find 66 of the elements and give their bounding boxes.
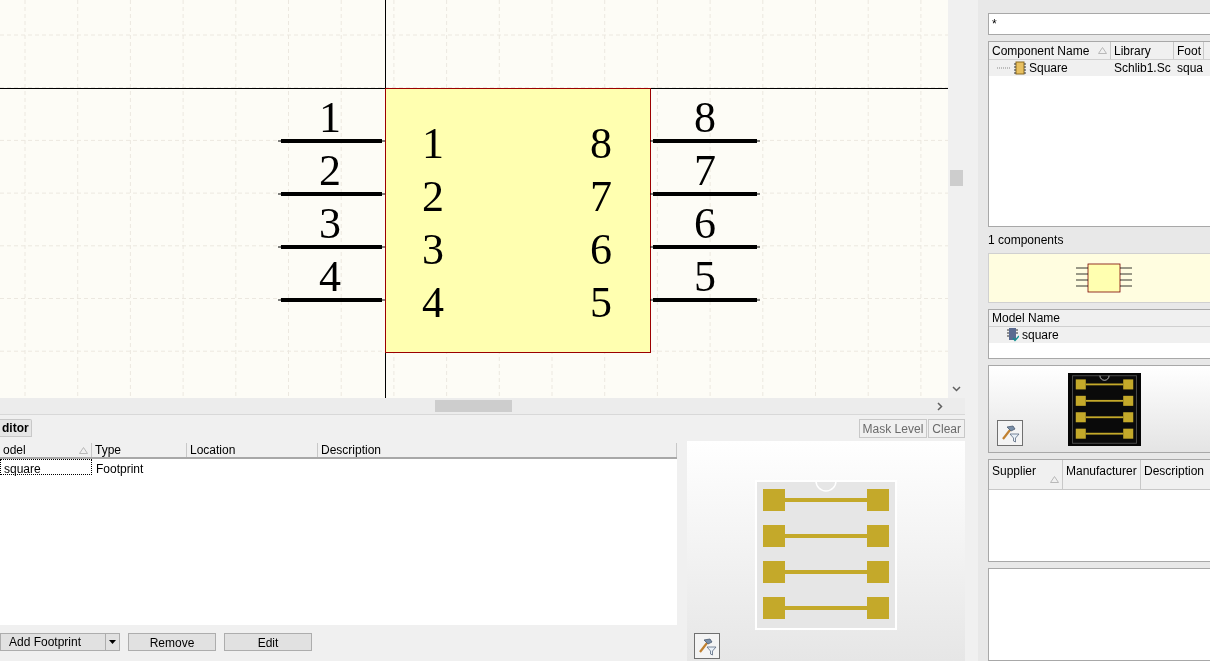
filter-button[interactable] (694, 633, 720, 659)
sort-icon (79, 446, 88, 454)
column-header[interactable]: Supplier (989, 460, 1063, 489)
hammer-filter-icon (1000, 423, 1020, 443)
column-header[interactable]: Manufacturer (1063, 460, 1141, 489)
column-header[interactable]: Type (92, 443, 187, 457)
tree-connector-icon (997, 67, 1011, 69)
table-cell: square (0, 459, 92, 475)
search-field[interactable]: * (988, 13, 1210, 35)
column-header[interactable]: Description (318, 443, 677, 457)
column-header[interactable]: odel (0, 443, 92, 457)
pin-designator: 1 (319, 93, 341, 142)
pin-designator: 3 (319, 199, 341, 248)
pin-designator: 5 (694, 252, 716, 301)
scrollbar-thumb[interactable] (435, 400, 512, 412)
component-row[interactable]: Square Schlib1.Sc squa (989, 60, 1210, 76)
sort-icon (1098, 47, 1107, 54)
mask-button[interactable]: Mask Level (858, 418, 928, 438)
column-header[interactable]: Description (1141, 460, 1210, 489)
filter-button[interactable] (997, 420, 1023, 446)
hammer-filter-icon (697, 636, 717, 656)
dropdown-arrow-icon (109, 640, 116, 644)
panel-tab[interactable]: ditor (0, 419, 32, 437)
mask-button[interactable]: Clear (928, 418, 965, 438)
table-cell-text: Schlib1.Sc (1113, 60, 1172, 77)
column-title: Library (1114, 42, 1151, 60)
component-count: 1 components (988, 233, 1065, 247)
pin-name: 5 (590, 278, 612, 327)
chip-icon (1014, 61, 1026, 75)
pin-name: 2 (422, 172, 444, 221)
pin-name: 3 (422, 225, 444, 274)
pin-designator: 4 (319, 252, 341, 301)
pin-designator: 8 (694, 93, 716, 142)
action-button[interactable]: Edit (224, 633, 312, 651)
pin-designator: 6 (694, 199, 716, 248)
scroll-down-icon[interactable] (952, 386, 961, 392)
column-title: odel (3, 442, 26, 459)
column-title: Description (321, 442, 382, 459)
model-row[interactable]: square (989, 327, 1210, 343)
scroll-right-icon[interactable] (937, 402, 943, 411)
pin-name: 7 (590, 172, 612, 221)
pin-name: 1 (422, 119, 444, 168)
scrollbar-thumb[interactable] (950, 170, 963, 186)
action-button[interactable]: Remove (128, 633, 216, 651)
pin-name: 4 (422, 278, 444, 327)
action-button[interactable]: Add Footprint (0, 633, 120, 651)
column-header[interactable]: Library (1111, 42, 1174, 59)
column-title: Manufacturer (1066, 463, 1137, 480)
column-title: Component Name (992, 42, 1090, 60)
footprint-model-icon (1007, 328, 1019, 342)
table-cell-text: Footprint (95, 461, 145, 475)
column-title: Model Name (992, 310, 1061, 327)
table-cell-text: squa (1176, 60, 1204, 77)
table-cell-text: Square (1029, 60, 1068, 77)
pin-designator: 2 (319, 146, 341, 195)
table-cell-text: square (1022, 327, 1059, 344)
sort-icon (1050, 476, 1059, 483)
pin-name: 8 (590, 119, 612, 168)
pin-name: 6 (590, 225, 612, 274)
column-header[interactable]: Location (187, 443, 318, 457)
column-title: Description (1144, 463, 1205, 480)
column-title: Location (190, 442, 236, 459)
pin-designator: 7 (694, 146, 716, 195)
column-header[interactable]: Component Name (989, 42, 1111, 59)
column-title: Supplier (992, 463, 1037, 480)
column-title: Type (95, 442, 121, 459)
